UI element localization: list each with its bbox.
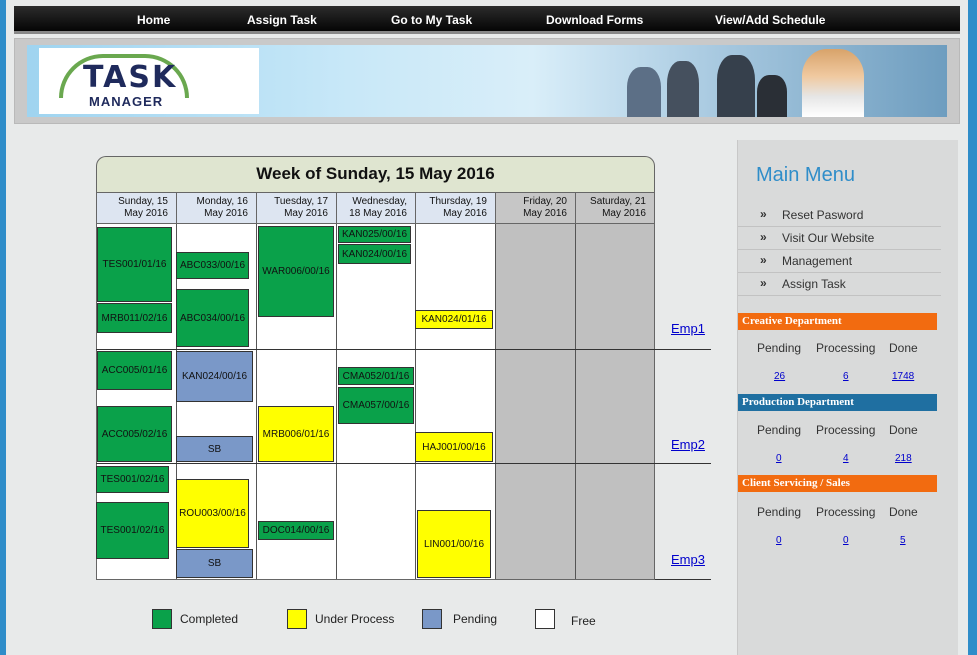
task-block[interactable]: CMA057/00/16 <box>338 387 414 424</box>
banner-container: TASK MANAGER <box>14 38 960 124</box>
day-header: Monday, 16 May 2016 <box>177 193 257 223</box>
double-chevron-icon: » <box>760 207 767 221</box>
task-block[interactable]: KAN024/01/16 <box>415 310 493 329</box>
weekend-column <box>496 224 576 579</box>
day-header: Friday, 20 May 2016 <box>496 193 576 223</box>
stat-processing-count[interactable]: 4 <box>843 453 849 464</box>
task-block[interactable]: HAJ001/00/16 <box>415 432 493 462</box>
nav-my-task[interactable]: Go to My Task <box>391 13 472 27</box>
task-block[interactable]: KAN024/00/16 <box>338 244 411 264</box>
stat-pending-count[interactable]: 26 <box>774 371 785 382</box>
stat-done-count[interactable]: 5 <box>900 535 906 546</box>
stat-header-done: Done <box>889 341 918 355</box>
task-block[interactable]: WAR006/00/16 <box>258 226 334 317</box>
person-image <box>627 67 661 117</box>
stat-processing-count[interactable]: 0 <box>843 535 849 546</box>
top-nav: Home Assign Task Go to My Task Download … <box>14 6 960 34</box>
legend-free-label: Free <box>571 614 596 628</box>
day-header: Saturday, 21 May 2016 <box>576 193 654 223</box>
double-chevron-icon: » <box>760 253 767 267</box>
stat-header-done: Done <box>889 423 918 437</box>
task-block[interactable]: SB <box>176 436 253 462</box>
task-block[interactable]: ACC005/02/16 <box>97 406 172 462</box>
row-divider <box>655 579 711 580</box>
task-block[interactable]: TES001/02/16 <box>96 466 169 493</box>
legend-completed-swatch <box>152 609 172 629</box>
menu-title: Main Menu <box>756 164 855 186</box>
employee-link-emp1[interactable]: Emp1 <box>671 321 705 336</box>
legend-completed-label: Completed <box>180 612 239 626</box>
task-block[interactable]: MRB011/02/16 <box>97 303 172 333</box>
menu-item-management[interactable]: » Management <box>738 250 941 273</box>
stat-pending-count[interactable]: 0 <box>776 535 782 546</box>
dept-client-servicing-bar: Client Servicing / Sales <box>738 475 937 492</box>
legend-pending-label: Pending <box>453 612 498 626</box>
task-block[interactable]: TES001/01/16 <box>97 227 172 302</box>
day-header-row: Sunday, 15 May 2016 Monday, 16 May 2016 Tu… <box>96 192 655 224</box>
dept-creative-bar: Creative Department <box>738 313 937 330</box>
stat-header-processing: Processing <box>816 423 876 437</box>
nav-home[interactable]: Home <box>137 13 170 27</box>
task-block[interactable]: DOC014/00/16 <box>258 521 334 540</box>
legend-free-swatch <box>535 609 555 629</box>
logo-text-manager: MANAGER <box>89 94 164 109</box>
person-image <box>667 61 699 117</box>
stat-header-done: Done <box>889 505 918 519</box>
task-block[interactable]: MRB006/01/16 <box>258 406 334 462</box>
day-header: Tuesday, 17 May 2016 <box>257 193 337 223</box>
employee-link-emp2[interactable]: Emp2 <box>671 437 705 452</box>
stat-header-pending: Pending <box>757 341 802 355</box>
stat-done-count[interactable]: 1748 <box>892 371 914 382</box>
row-divider <box>96 463 711 464</box>
weekend-column <box>576 224 654 579</box>
stat-header-pending: Pending <box>757 505 802 519</box>
row-divider <box>96 349 711 350</box>
task-block[interactable]: ABC033/00/16 <box>176 252 249 279</box>
task-block[interactable]: KAN025/00/16 <box>338 226 411 243</box>
task-block[interactable]: ABC034/00/16 <box>176 289 249 347</box>
stat-processing-count[interactable]: 6 <box>843 371 849 382</box>
menu-item-visit-website[interactable]: » Visit Our Website <box>738 227 941 250</box>
task-block[interactable]: KAN024/00/16 <box>176 351 253 402</box>
legend-under-process-label: Under Process <box>315 612 395 626</box>
menu-item-assign-task[interactable]: » Assign Task <box>738 273 941 296</box>
woman-photo <box>802 49 864 117</box>
stat-header-processing: Processing <box>816 341 876 355</box>
dept-production-bar: Production Department <box>738 394 937 411</box>
task-block[interactable]: CMA052/01/16 <box>338 367 414 385</box>
day-header: Wednesday, 18 May 2016 <box>337 193 416 223</box>
legend-pending-swatch <box>422 609 442 629</box>
nav-schedule[interactable]: View/Add Schedule <box>715 13 825 27</box>
double-chevron-icon: » <box>760 276 767 290</box>
task-block[interactable]: TES001/02/16 <box>96 502 169 559</box>
task-block[interactable]: ROU003/00/16 <box>176 479 249 548</box>
task-block[interactable]: SB <box>176 549 253 578</box>
logo: TASK MANAGER <box>39 48 259 114</box>
stat-done-count[interactable]: 218 <box>895 453 912 464</box>
task-block[interactable]: LIN001/00/16 <box>417 510 491 578</box>
logo-text-task: TASK <box>83 60 178 95</box>
left-border <box>0 0 6 655</box>
week-title: Week of Sunday, 15 May 2016 <box>96 156 655 192</box>
nav-assign-task[interactable]: Assign Task <box>247 13 317 27</box>
task-block[interactable]: ACC005/01/16 <box>97 351 172 390</box>
person-image <box>757 75 787 117</box>
nav-download-forms[interactable]: Download Forms <box>546 13 643 27</box>
employee-link-emp3[interactable]: Emp3 <box>671 552 705 567</box>
banner: TASK MANAGER <box>27 45 947 117</box>
stat-pending-count[interactable]: 0 <box>776 453 782 464</box>
person-image <box>717 55 755 117</box>
stat-header-pending: Pending <box>757 423 802 437</box>
day-header: Sunday, 15 May 2016 <box>97 193 177 223</box>
double-chevron-icon: » <box>760 230 767 244</box>
menu-item-reset-password[interactable]: » Reset Pasword <box>738 204 941 227</box>
day-header: Thursday, 19 May 2016 <box>416 193 496 223</box>
stat-header-processing: Processing <box>816 505 876 519</box>
right-border <box>968 0 977 655</box>
legend-under-process-swatch <box>287 609 307 629</box>
